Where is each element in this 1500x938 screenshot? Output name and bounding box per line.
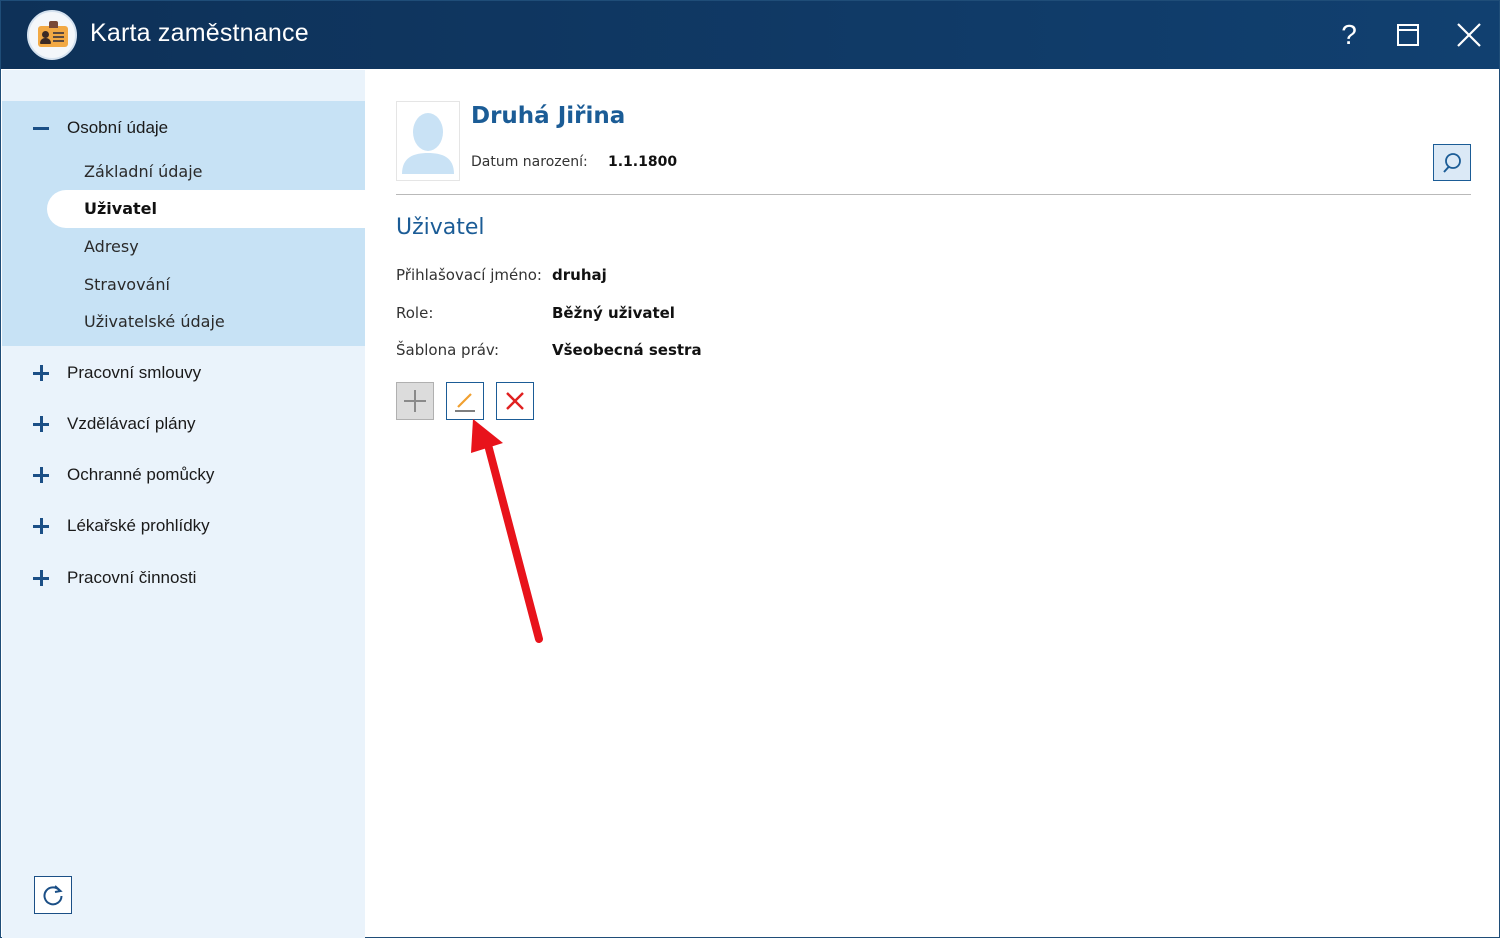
sidebar-item-label: Pracovní smlouvy — [67, 363, 202, 382]
add-icon — [404, 390, 426, 412]
delete-icon — [506, 392, 524, 410]
annotation-arrow — [471, 419, 543, 643]
plus-icon[interactable] — [32, 415, 50, 433]
sidebar-item-pracovni-cinnosti[interactable]: Pracovní činnosti — [2, 558, 365, 598]
sidebar-item-label: Lékařské prohlídky — [67, 516, 210, 535]
search-icon — [1443, 152, 1461, 173]
sidebar-subitem-label: Uživatel — [84, 199, 157, 218]
login-name-label: Přihlašovací jméno: — [396, 266, 542, 284]
sidebar-subitem-stravovani[interactable]: Stravování — [84, 275, 170, 294]
sidebar-item-label: Osobní údaje — [67, 118, 169, 137]
help-icon: ? — [1341, 19, 1357, 50]
dob-label: Datum narození: — [471, 154, 588, 170]
plus-icon[interactable] — [32, 517, 50, 535]
close-icon — [1457, 23, 1481, 47]
sidebar-subitem-uzivatelske-udaje[interactable]: Uživatelské údaje — [84, 312, 225, 331]
sidebar-item-pracovni-smlouvy[interactable]: Pracovní smlouvy — [2, 353, 365, 393]
role-value: Běžný uživatel — [552, 304, 675, 322]
sidebar-subitem-uzivatel[interactable]: Uživatel — [47, 190, 365, 228]
window-title: Karta zaměstnance — [90, 19, 309, 47]
section-title: Uživatel — [396, 215, 485, 240]
help-button[interactable]: ? — [1329, 15, 1369, 55]
sidebar-item-label: Pracovní činnosti — [67, 568, 197, 587]
sidebar-subitem-adresy[interactable]: Adresy — [84, 237, 139, 256]
sidebar-item-label: Vzdělávací plány — [67, 414, 196, 433]
sidebar-subitem-zakladni-udaje[interactable]: Základní údaje — [84, 162, 203, 181]
role-label: Role: — [396, 304, 434, 322]
refresh-button[interactable] — [34, 876, 72, 914]
maximize-button[interactable] — [1388, 15, 1428, 55]
permission-template-label: Šablona práv: — [396, 341, 500, 359]
sidebar-item-lekarske-prohlidky[interactable]: Lékařské prohlídky — [2, 506, 365, 546]
minus-icon[interactable] — [32, 119, 50, 137]
sidebar: Osobní údaje Základní údaje Uživatel Adr… — [2, 70, 365, 938]
app-icon — [27, 10, 77, 60]
employee-name: Druhá Jiřina — [471, 103, 626, 129]
header-divider — [396, 194, 1471, 195]
sidebar-item-ochranne-pomucky[interactable]: Ochranné pomůcky — [2, 455, 365, 495]
employee-avatar — [396, 101, 460, 181]
sidebar-item-vzdelavaci-plany[interactable]: Vzdělávací plány — [2, 404, 365, 444]
dob-value: 1.1.1800 — [608, 154, 678, 170]
refresh-icon — [43, 885, 63, 906]
close-button[interactable] — [1449, 15, 1489, 55]
permission-template-value: Všeobecná sestra — [552, 341, 702, 359]
avatar-placeholder-icon — [402, 113, 454, 174]
maximize-icon — [1397, 24, 1419, 46]
sidebar-item-label: Ochranné pomůcky — [67, 465, 215, 484]
sidebar-item-osobni-udaje[interactable]: Osobní údaje — [2, 108, 365, 148]
plus-icon[interactable] — [32, 569, 50, 587]
search-button[interactable] — [1433, 144, 1471, 181]
plus-icon[interactable] — [32, 364, 50, 382]
add-button[interactable] — [396, 382, 434, 420]
plus-icon[interactable] — [32, 466, 50, 484]
login-name-value: druhaj — [552, 266, 607, 284]
employee-card-window: Karta zaměstnance ? Osobní údaje Základn… — [0, 0, 1500, 938]
title-bar: Karta zaměstnance ? — [1, 1, 1499, 69]
